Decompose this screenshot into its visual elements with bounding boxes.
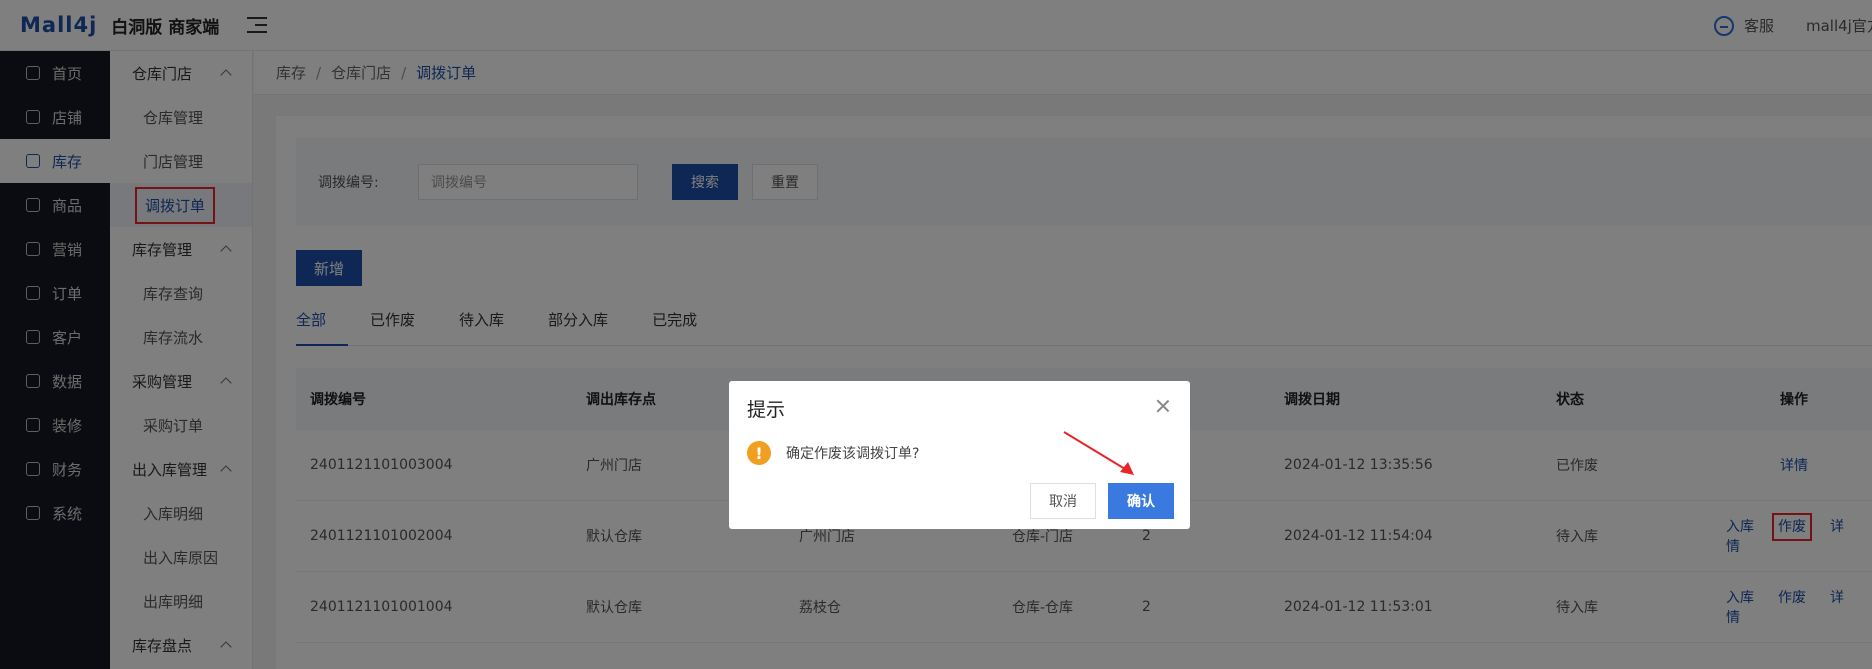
annotation-arrow-icon bbox=[1063, 431, 1134, 475]
modal-overlay[interactable] bbox=[0, 0, 1872, 669]
warning-icon: ! bbox=[747, 441, 771, 465]
dialog-title: 提示 bbox=[747, 399, 786, 421]
close-icon[interactable] bbox=[1156, 399, 1170, 413]
dialog-message: 确定作废该调拨订单? bbox=[786, 446, 920, 462]
cancel-button[interactable]: 取消 bbox=[1030, 483, 1096, 519]
confirm-button[interactable]: 确认 bbox=[1108, 483, 1174, 519]
